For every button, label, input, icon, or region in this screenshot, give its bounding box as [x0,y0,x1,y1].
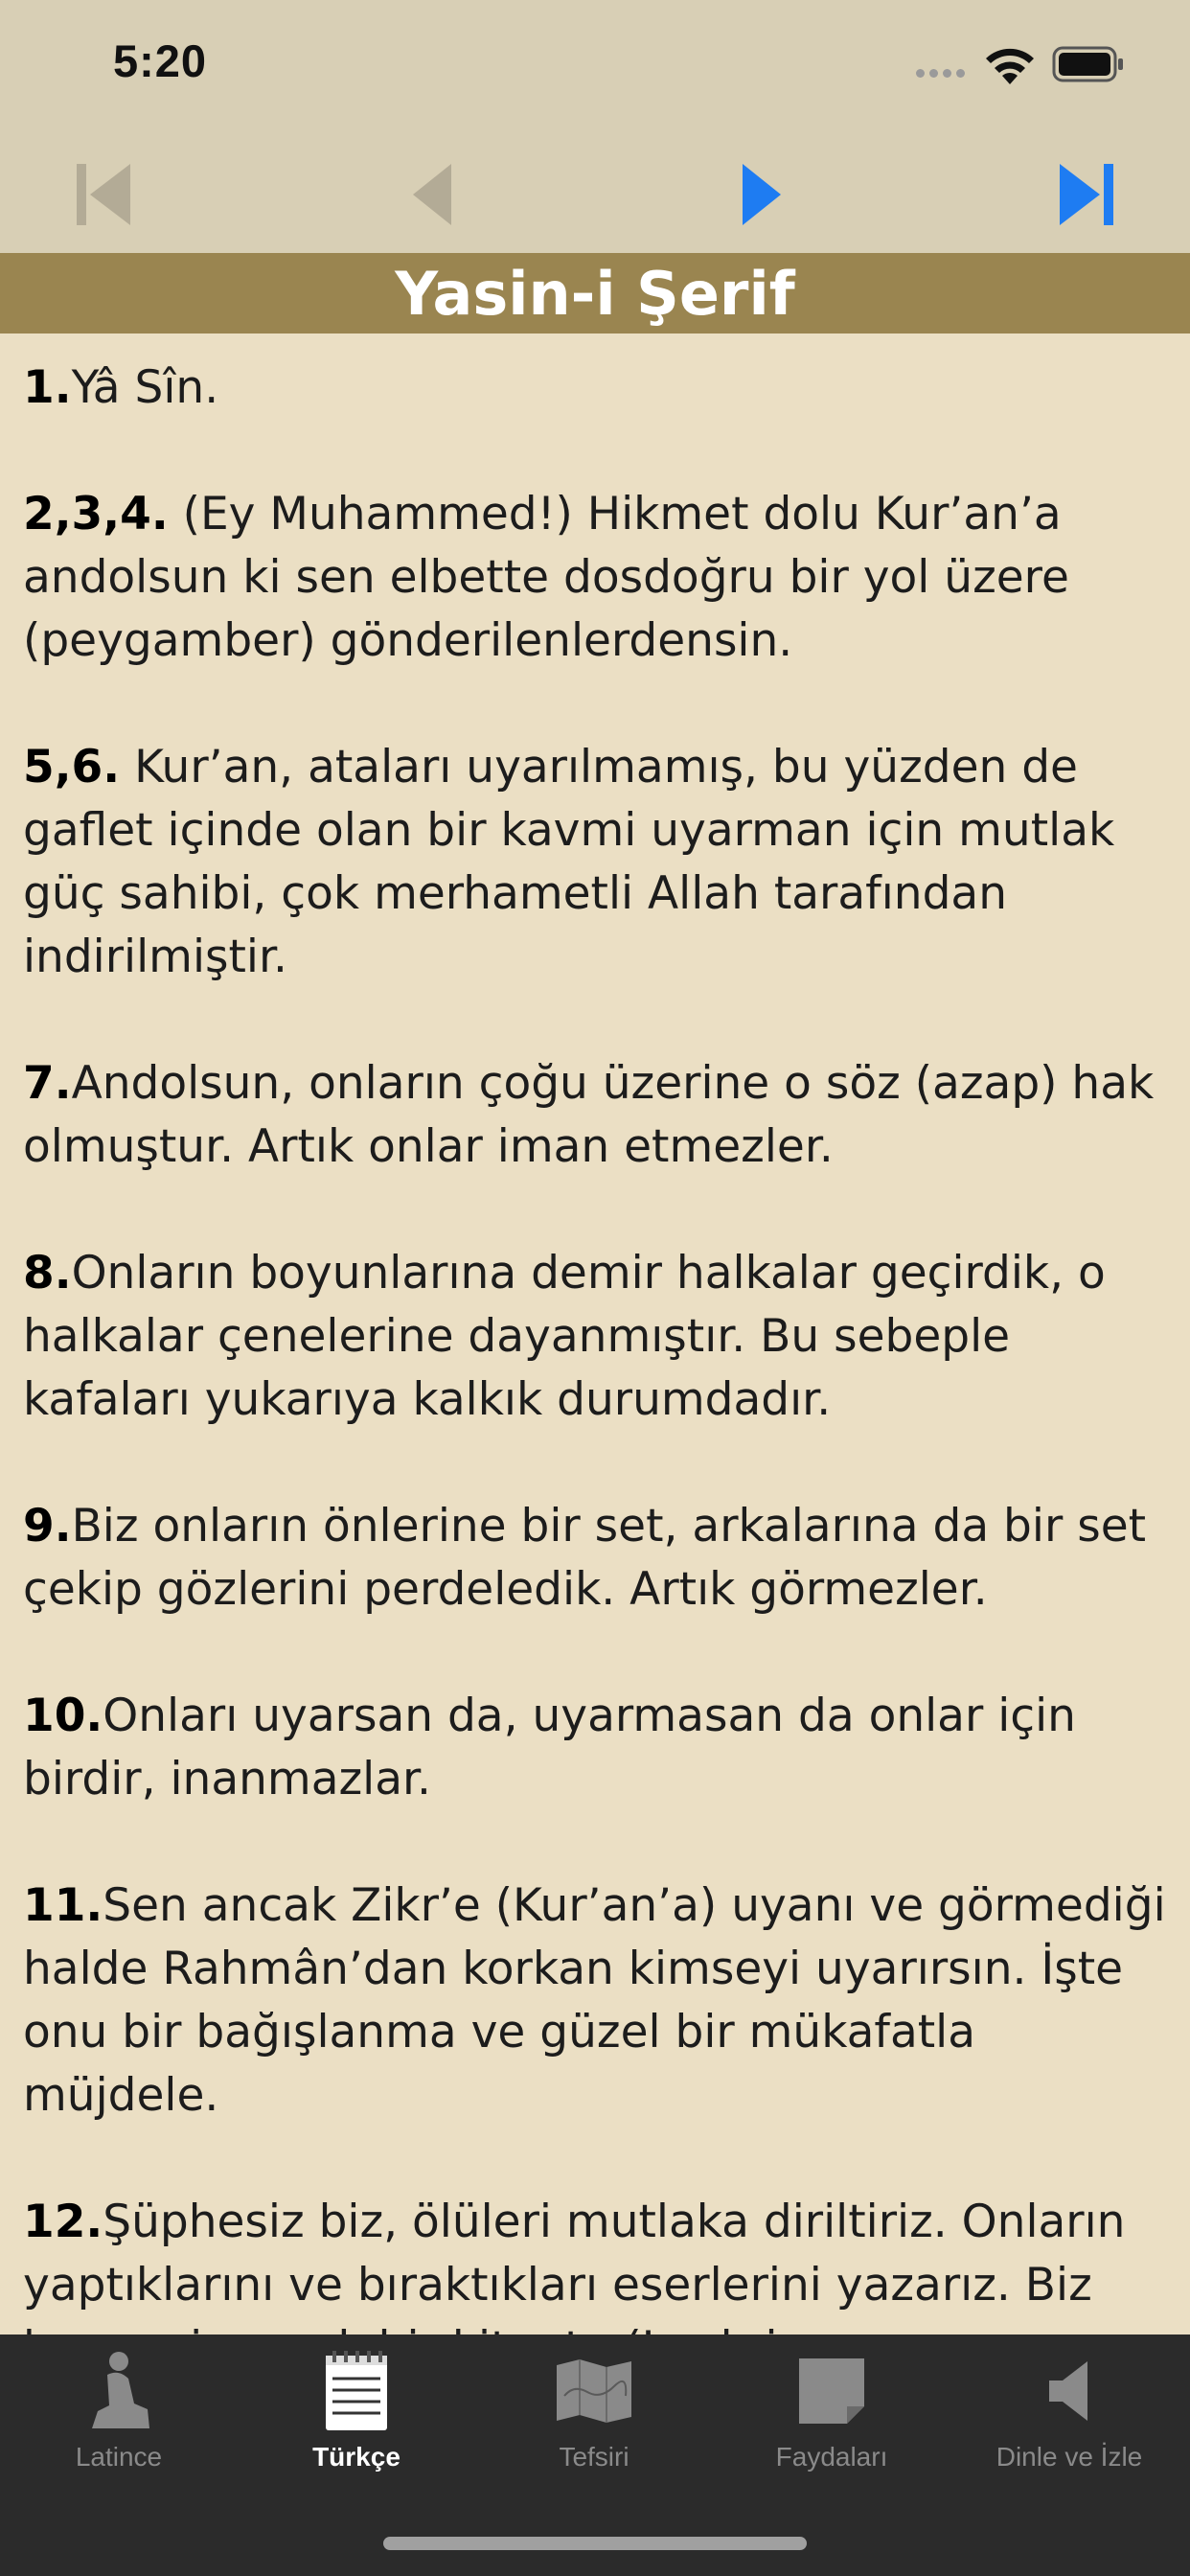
tab-label: Türkçe [312,2442,400,2472]
tab-turkce[interactable]: Türkçe [238,2348,475,2511]
map-icon [551,2348,637,2434]
verse-number: 10. [23,1690,103,1742]
verse-item: 9.Biz onların önlerine bir set, arkaları… [23,1495,1173,1622]
verse-number: 2,3,4. [23,488,169,540]
verse-item: 8.Onların boyunlarına demir halkalar geç… [23,1242,1173,1432]
tab-label: Dinle ve İzle [995,2442,1143,2472]
speaker-icon [1026,2348,1112,2434]
tab-tefsiri[interactable]: Tefsiri [475,2348,713,2511]
last-page-button[interactable] [1044,151,1131,238]
chevron-right-icon [743,164,781,225]
verse-number: 8. [23,1247,72,1300]
skip-forward-icon [1060,164,1113,225]
page-title: Yasin-i Şerif [395,258,795,329]
tab-latince[interactable]: Latince [0,2348,238,2511]
verse-text: Onları uyarsan da, uyarmasan da onlar iç… [23,1690,1076,1806]
verse-number: 11. [23,1879,103,1932]
tab-label: Latince [75,2442,163,2472]
tab-label: Tefsiri [559,2442,629,2472]
status-time: 5:20 [113,35,208,86]
prayer-icon [76,2348,162,2434]
verse-item: 2,3,4. (Ey Muhammed!) Hikmet dolu Kur’an… [23,483,1173,673]
navigation-toolbar [0,126,1190,253]
verse-item: 12.Şüphesiz biz, ölüleri mutlaka dirilti… [23,2191,1173,2334]
verse-text: Yâ Sîn. [71,361,219,414]
verse-item: 5,6. Kur’an, ataları uyarılmamış, bu yüz… [23,736,1173,989]
verse-text: Biz onların önlerine bir set, arkalarına… [23,1500,1147,1616]
chevron-left-icon [413,164,451,225]
verse-item: 11.Sen ancak Zikr’e (Kur’an’a) uyanı ve … [23,1874,1173,2128]
verse-number: 5,6. [23,741,121,794]
tab-faydalari[interactable]: Faydaları [713,2348,950,2511]
tab-dinle-ve-izle[interactable]: Dinle ve İzle [950,2348,1188,2511]
battery-icon [1052,46,1123,82]
verse-number: 9. [23,1500,72,1552]
verse-item: 7.Andolsun, onların çoğu üzerine o söz (… [23,1052,1173,1179]
verse-item: 10.Onları uyarsan da, uyarmasan da onlar… [23,1685,1173,1811]
verse-text: Kur’an, ataları uyarılmamış, bu yüzden d… [23,741,1115,983]
previous-page-button[interactable] [389,151,475,238]
skip-back-icon [77,164,130,225]
verse-item: 1.Yâ Sîn. [23,356,1173,420]
next-page-button[interactable] [719,151,805,238]
verse-number: 1. [23,361,72,414]
verse-text: Onların boyunlarına demir halkalar geçir… [23,1247,1106,1426]
tab-label: Faydaları [775,2442,888,2472]
tab-bar: Latince Türkçe Tefsiri Faydaları Dinle v… [0,2334,1190,2576]
wifi-icon [986,48,1034,84]
first-page-button[interactable] [61,151,148,238]
verse-text: Andolsun, onların çoğu üzerine o söz (az… [23,1057,1155,1173]
verse-number: 7. [23,1057,72,1110]
verse-list[interactable]: 1.Yâ Sîn. 2,3,4. (Ey Muhammed!) Hikmet d… [23,334,1173,2334]
notepad-icon [313,2348,400,2434]
verse-text: (Ey Muhammed!) Hikmet dolu Kur’an’a ando… [23,488,1069,667]
home-indicator [383,2537,807,2550]
title-bar: Yasin-i Şerif [0,253,1190,334]
verse-number: 12. [23,2196,103,2248]
verse-text: Sen ancak Zikr’e (Kur’an’a) uyanı ve gör… [23,1879,1166,2122]
status-bar: 5:20 [0,0,1190,126]
note-icon [789,2348,875,2434]
verse-text: Şüphesiz biz, ölüleri mutlaka diriltiriz… [23,2196,1126,2334]
